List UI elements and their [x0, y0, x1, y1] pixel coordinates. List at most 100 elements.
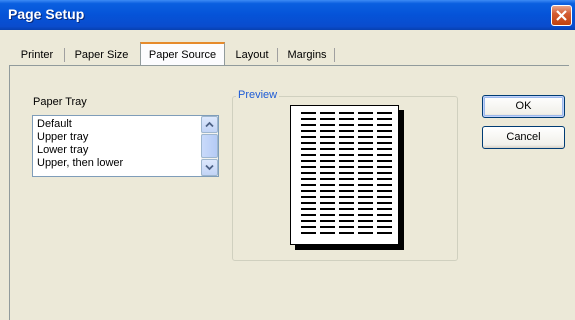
preview-line	[320, 154, 335, 156]
window-title: Page Setup	[8, 6, 85, 22]
preview-line	[339, 214, 354, 216]
preview-line	[377, 226, 392, 228]
close-button[interactable]	[551, 5, 572, 26]
preview-line	[301, 130, 316, 132]
scroll-thumb[interactable]	[201, 134, 218, 158]
paper-tray-listbox[interactable]: Default Upper tray Lower tray Upper, the…	[32, 115, 219, 177]
preview-line	[358, 208, 373, 210]
preview-line	[320, 226, 335, 228]
close-icon	[556, 10, 567, 21]
tab-margins[interactable]: Margins	[282, 46, 332, 64]
cancel-button[interactable]: Cancel	[482, 126, 565, 149]
preview-line	[339, 112, 354, 114]
preview-line	[358, 220, 373, 222]
preview-line	[339, 136, 354, 138]
preview-line	[339, 232, 354, 234]
preview-line	[301, 214, 316, 216]
preview-line	[377, 112, 392, 114]
tab-separator	[277, 48, 278, 62]
preview-line	[339, 172, 354, 174]
tab-separator	[64, 48, 65, 62]
preview-line	[320, 136, 335, 138]
chevron-up-icon	[205, 121, 214, 128]
scroll-down-button[interactable]	[201, 159, 218, 176]
preview-line	[377, 142, 392, 144]
preview-line	[377, 184, 392, 186]
preview-line	[358, 124, 373, 126]
preview-line	[377, 136, 392, 138]
ok-button[interactable]: OK	[482, 95, 565, 118]
preview-line	[320, 202, 335, 204]
preview-line	[301, 124, 316, 126]
preview-line	[358, 196, 373, 198]
preview-line	[301, 220, 316, 222]
preview-line	[301, 148, 316, 150]
preview-label: Preview	[236, 89, 280, 101]
preview-line	[301, 166, 316, 168]
preview-line	[301, 190, 316, 192]
preview-line	[377, 148, 392, 150]
preview-line	[377, 196, 392, 198]
preview-line	[301, 208, 316, 210]
title-bar[interactable]: Page Setup	[0, 0, 575, 30]
scroll-up-button[interactable]	[201, 116, 218, 133]
preview-line	[339, 202, 354, 204]
preview-line	[358, 160, 373, 162]
preview-line	[339, 160, 354, 162]
tab-separator	[334, 48, 335, 62]
preview-line	[301, 184, 316, 186]
preview-line	[301, 136, 316, 138]
preview-line	[301, 226, 316, 228]
list-item[interactable]: Upper, then lower	[37, 157, 123, 170]
preview-line	[358, 154, 373, 156]
tab-row: Printer Paper Size Paper Source Layout M…	[9, 42, 569, 66]
preview-line	[301, 202, 316, 204]
tab-paper-source[interactable]: Paper Source	[140, 42, 225, 65]
preview-line	[377, 118, 392, 120]
preview-line	[358, 178, 373, 180]
preview-line	[320, 130, 335, 132]
preview-line	[358, 184, 373, 186]
page-preview	[290, 105, 399, 245]
preview-line	[358, 112, 373, 114]
preview-line	[358, 130, 373, 132]
preview-line	[358, 166, 373, 168]
preview-line	[339, 190, 354, 192]
preview-line	[301, 118, 316, 120]
preview-line	[377, 166, 392, 168]
vertical-scrollbar[interactable]	[201, 116, 218, 176]
preview-line	[377, 160, 392, 162]
preview-line	[320, 184, 335, 186]
preview-line	[320, 220, 335, 222]
list-item[interactable]: Lower tray	[37, 144, 88, 157]
preview-line	[320, 214, 335, 216]
preview-line	[358, 232, 373, 234]
preview-line	[320, 196, 335, 198]
preview-line	[377, 154, 392, 156]
preview-line	[320, 190, 335, 192]
paper-tray-label: Paper Tray	[33, 96, 87, 108]
preview-line	[320, 124, 335, 126]
preview-line	[377, 232, 392, 234]
preview-line	[377, 214, 392, 216]
preview-line	[301, 178, 316, 180]
tab-paper-size[interactable]: Paper Size	[69, 46, 134, 64]
preview-line	[339, 184, 354, 186]
preview-line	[358, 214, 373, 216]
preview-line	[377, 208, 392, 210]
preview-line	[320, 166, 335, 168]
preview-line	[339, 142, 354, 144]
preview-line	[339, 178, 354, 180]
tab-layout[interactable]: Layout	[229, 46, 275, 64]
preview-line	[377, 178, 392, 180]
preview-line	[320, 208, 335, 210]
preview-line	[301, 160, 316, 162]
chevron-down-icon	[205, 164, 214, 171]
preview-line	[320, 172, 335, 174]
tab-printer[interactable]: Printer	[13, 46, 61, 64]
list-item[interactable]: Default	[37, 118, 72, 131]
preview-line	[320, 232, 335, 234]
list-item[interactable]: Upper tray	[37, 131, 88, 144]
preview-line	[339, 226, 354, 228]
preview-line	[377, 202, 392, 204]
